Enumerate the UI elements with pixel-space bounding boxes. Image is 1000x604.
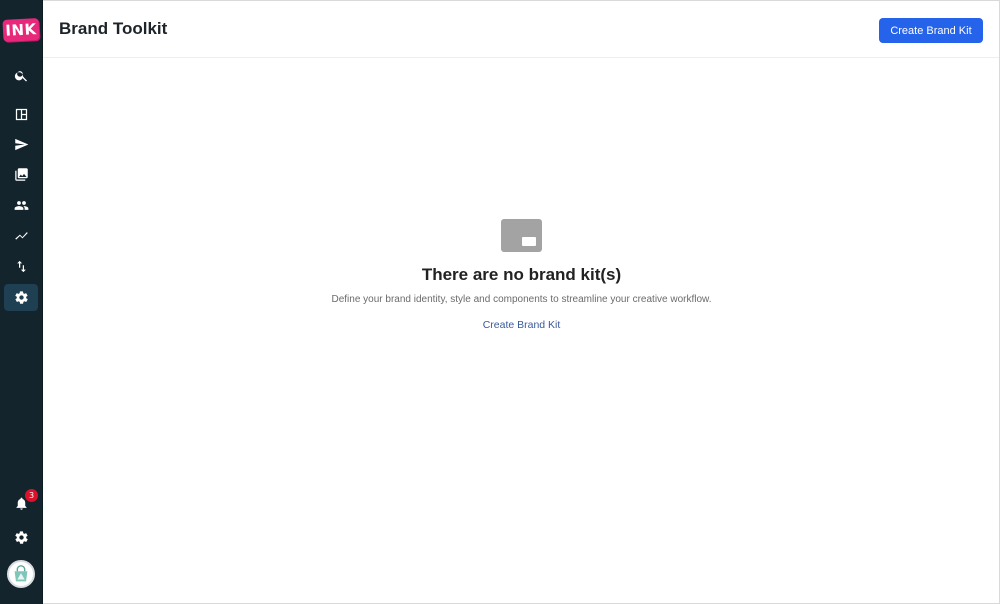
- images-icon: [14, 168, 28, 181]
- users-icon: [14, 201, 28, 210]
- users-nav-button[interactable]: [4, 192, 38, 219]
- notification-count-badge: 3: [25, 489, 38, 502]
- send-nav-button[interactable]: [4, 131, 38, 158]
- gear-icon: [14, 291, 28, 304]
- empty-state: There are no brand kit(s) Define your br…: [43, 200, 1000, 331]
- sidebar: INK 3: [0, 0, 43, 604]
- bottom-settings-button[interactable]: [4, 524, 38, 551]
- ink-logo[interactable]: INK: [2, 18, 40, 42]
- logo-text: INK: [4, 20, 38, 40]
- avatar-icon: [14, 565, 28, 582]
- images-nav-button[interactable]: [4, 161, 38, 188]
- layout-icon: [15, 108, 27, 121]
- send-icon: [14, 138, 28, 151]
- empty-state-description: Define your brand identity, style and co…: [331, 294, 712, 305]
- user-avatar[interactable]: [7, 560, 35, 588]
- page-title: Brand Toolkit: [59, 19, 168, 38]
- image-placeholder-icon: [501, 219, 542, 252]
- transfer-nav-button[interactable]: [4, 253, 38, 280]
- create-brand-kit-link[interactable]: Create Brand Kit: [483, 319, 561, 331]
- settings-nav-button[interactable]: [4, 284, 38, 311]
- gear-icon: [14, 531, 28, 544]
- search-nav-button[interactable]: [4, 62, 38, 89]
- search-icon: [14, 71, 27, 82]
- analytics-icon: [14, 232, 28, 240]
- transfer-icon: [16, 260, 26, 273]
- page-header: Brand Toolkit Create Brand Kit: [43, 0, 1000, 58]
- layout-nav-button[interactable]: [4, 101, 38, 128]
- create-brand-kit-button[interactable]: Create Brand Kit: [879, 18, 983, 43]
- analytics-nav-button[interactable]: [4, 222, 38, 249]
- empty-state-title: There are no brand kit(s): [421, 265, 622, 284]
